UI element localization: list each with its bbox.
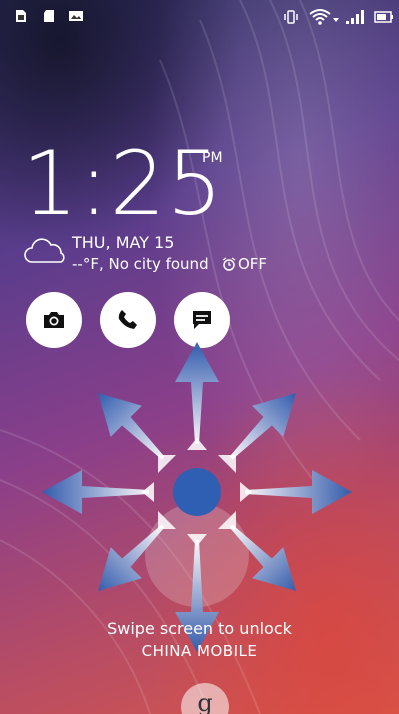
unlock-guide-marker <box>240 482 252 502</box>
unlock-guide-marker <box>158 455 176 473</box>
unlock-arrow-up <box>175 342 219 444</box>
unlock-guide-marker <box>218 455 236 473</box>
unlock-center-dot[interactable] <box>173 468 221 516</box>
unlock-arrow-left <box>42 470 149 514</box>
carrier-name: CHINA MOBILE <box>141 642 258 660</box>
swipe-to-unlock-hint: Swipe screen to unlock <box>107 619 292 638</box>
unlock-arrow-right <box>245 470 352 514</box>
unlock-arrows[interactable] <box>0 0 399 714</box>
lock-screen: 1:25 PM THU, MAY 15 --°F, No city found … <box>0 0 399 714</box>
unlock-guide-marker <box>187 438 207 450</box>
unlock-guide-marker <box>142 482 154 502</box>
